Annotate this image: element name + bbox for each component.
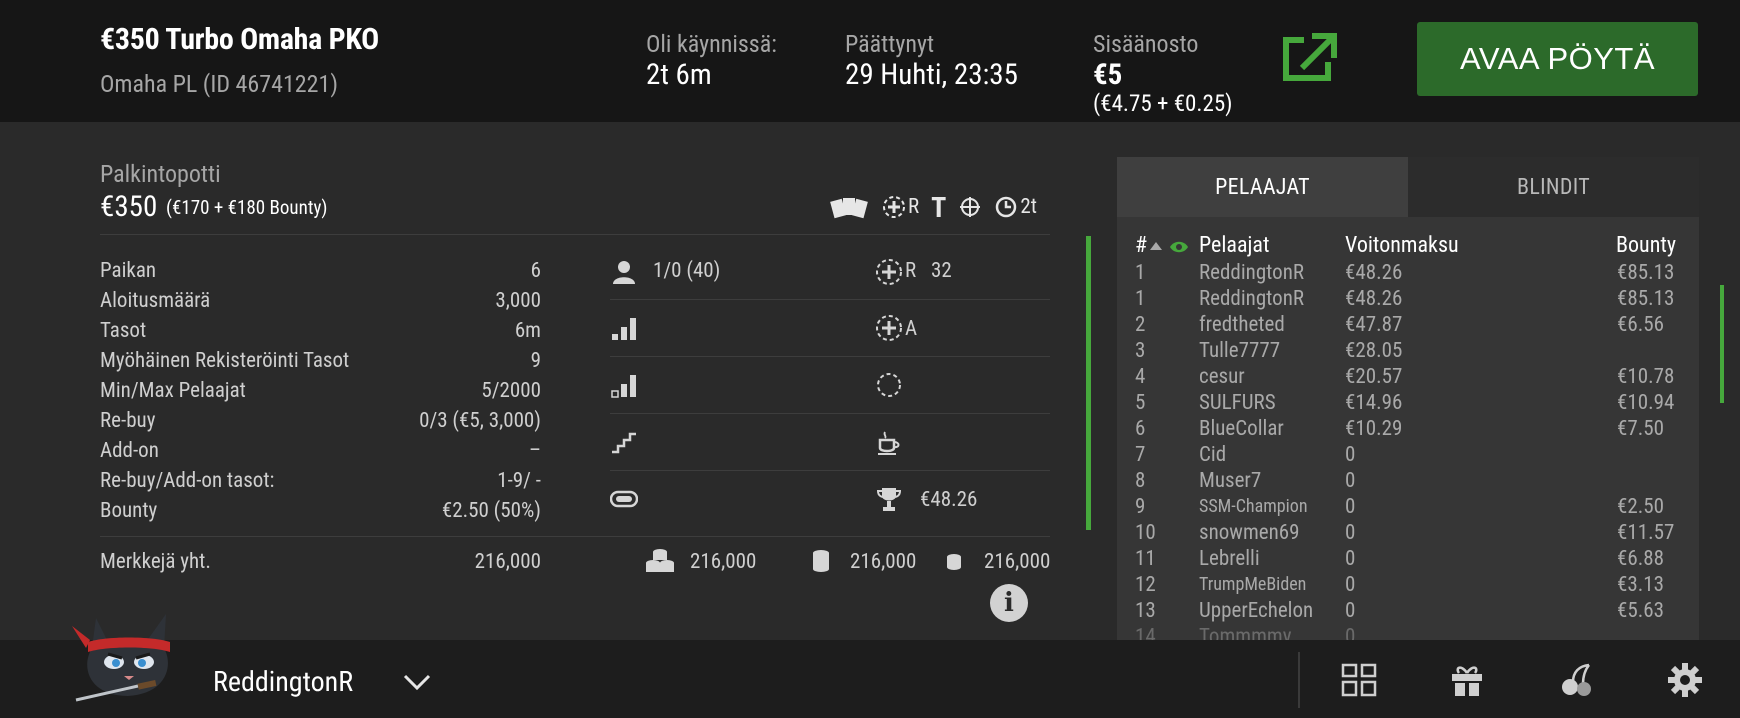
open-table-button[interactable]: AVAA PÖYTÄ (1417, 22, 1698, 96)
tab-blinds[interactable]: BLINDIT (1408, 157, 1699, 217)
turbo-icon: T (931, 190, 947, 224)
large-stack-icon (646, 549, 674, 572)
player-row[interactable]: 2 fredtheted €47.87 €6.56 (1117, 313, 1699, 339)
players-scrollbar[interactable] (1720, 285, 1724, 403)
level-bars-icon (611, 375, 636, 398)
detail-row: Re-buy 0/3 (€5, 3,000) (100, 409, 541, 433)
detail-row: Paikan 6 (100, 259, 541, 283)
left-scroll-indicator[interactable] (1086, 236, 1091, 530)
players-panel: PELAAJAT BLINDIT # Pelaajat Voitonmaksu … (1117, 157, 1699, 641)
buyin-breakdown: (€4.75 + €0.25) (1093, 90, 1233, 117)
chevron-down-icon[interactable] (402, 672, 432, 692)
detail-row: Re-buy/Add-on tasot: 1-9/ - (100, 469, 541, 493)
player-row[interactable]: 10 snowmen69 0 €11.57 (1117, 521, 1699, 547)
running-value: 2t 6m (646, 58, 712, 92)
lobby-grid-icon[interactable] (1341, 662, 1377, 698)
player-name-header[interactable]: Pelaajat (1199, 233, 1269, 258)
players-count: 1/0 (40) (653, 259, 721, 283)
small-stack-icon (947, 554, 961, 570)
rebuy-count: 32 (931, 259, 952, 283)
total-chips-value: 216,000 (474, 550, 541, 574)
coffee-break-icon (878, 431, 900, 455)
player-row[interactable]: 14 Tommmmy 0 (1117, 625, 1699, 641)
signal-bars-icon (612, 318, 636, 340)
total-chips-label: Merkkejä yht. (100, 550, 211, 574)
ended-value: 29 Huhti, 23:35 (845, 58, 1018, 92)
prize-pool-value: €350 (100, 190, 158, 224)
player-row[interactable]: 3 Tulle7777 €28.05 (1117, 339, 1699, 365)
detail-row: Myöhäinen Rekisteröinti Tasot 9 (100, 349, 541, 373)
tournament-title: €350 Turbo Omaha PKO (100, 22, 379, 57)
duration-icon-label: 2t (1020, 195, 1037, 219)
username[interactable]: ReddingtonR (213, 665, 353, 698)
tab-players[interactable]: PELAAJAT (1117, 157, 1408, 217)
player-row[interactable]: 13 UpperEchelon 0 €5.63 (1117, 599, 1699, 625)
buyin-label: Sisäänosto (1093, 30, 1199, 58)
rebuy-count-label: R (905, 259, 917, 283)
first-prize-value: €48.26 (920, 488, 978, 512)
prize-pool-breakdown: (€170 + €180 Bounty) (166, 196, 328, 219)
player-row[interactable]: 1 ReddingtonR €48.26 €85.13 (1117, 287, 1699, 313)
player-row[interactable]: 4 cesur €20.57 €10.78 (1117, 365, 1699, 391)
open-external-icon[interactable] (1280, 32, 1338, 84)
tournament-feature-icons: R T 2t (830, 190, 1037, 224)
player-avatar[interactable] (66, 596, 186, 708)
prize-pool-label: Palkintopotti (100, 160, 221, 188)
trophy-icon (876, 488, 902, 511)
knockout-target-icon (960, 197, 981, 217)
duration-icon: 2t (994, 195, 1037, 219)
gift-icon[interactable] (1449, 662, 1485, 698)
omaha-cards-icon (830, 198, 868, 219)
detail-row: Min/Max Pelaajat 5/2000 (100, 379, 541, 403)
tournament-lobby: €350 Turbo Omaha PKO Omaha PL (ID 467412… (0, 0, 1740, 718)
player-row[interactable]: 5 SULFURS €14.96 €10.94 (1117, 391, 1699, 417)
dashed-circle-icon (877, 373, 901, 397)
player-row[interactable]: 9 SSM-Champion 0 €2.50 (1117, 495, 1699, 521)
eye-icon[interactable] (1169, 240, 1189, 254)
buyin-value: €5 (1093, 58, 1123, 92)
rebuy-icon: R (882, 195, 919, 219)
detail-row: Bounty €2.50 (50%) (100, 499, 541, 523)
player-row[interactable]: 6 BlueCollar €10.29 €7.50 (1117, 417, 1699, 443)
winnings-header[interactable]: Voitonmaksu (1345, 233, 1459, 258)
detail-row: Aloitusmäärä 3,000 (100, 289, 541, 313)
addon-label: A (905, 317, 918, 341)
stat-row-structure (610, 414, 1050, 471)
tournament-subtitle: Omaha PL (ID 46741221) (100, 70, 338, 98)
prize-divider (100, 234, 1050, 235)
medium-stack-value: 216,000 (850, 550, 917, 574)
player-row[interactable]: 8 Muser7 0 (1117, 469, 1699, 495)
header-bar: €350 Turbo Omaha PKO Omaha PL (ID 467412… (0, 0, 1740, 122)
medium-stack-icon (813, 550, 829, 572)
players-icon (613, 261, 635, 284)
addon-icon (876, 315, 902, 341)
rebuy-count-icon (876, 259, 902, 285)
info-button[interactable]: i (990, 584, 1028, 622)
ended-label: Päättynyt (845, 30, 935, 58)
large-stack-value: 216,000 (690, 550, 757, 574)
footer-divider (1298, 652, 1300, 708)
rank-header[interactable]: # (1135, 233, 1147, 258)
bounty-header[interactable]: Bounty (1616, 233, 1676, 258)
player-row[interactable]: 12 TrumpMeBiden 0 €3.13 (1117, 573, 1699, 599)
rebuy-icon-label: R (908, 195, 920, 219)
sort-asc-icon[interactable] (1149, 241, 1163, 251)
player-row[interactable]: 11 Lebrelli 0 €6.88 (1117, 547, 1699, 573)
stairs-icon (612, 432, 636, 454)
stat-row-levels (610, 300, 1050, 357)
player-row[interactable]: 7 Cid 0 (1117, 443, 1699, 469)
poker-table-icon (610, 490, 638, 508)
small-stack-value: 216,000 (984, 550, 1051, 574)
chips-divider (100, 536, 1050, 537)
cherries-icon[interactable] (1559, 662, 1595, 698)
detail-row: Add-on – (100, 439, 541, 463)
detail-row: Tasot 6m (100, 319, 541, 343)
stat-row-blinds (610, 357, 1050, 414)
running-label: Oli käynnissä: (646, 30, 777, 58)
player-row[interactable]: 1 ReddingtonR €48.26 €85.13 (1117, 261, 1699, 287)
settings-gear-icon[interactable] (1667, 662, 1703, 698)
